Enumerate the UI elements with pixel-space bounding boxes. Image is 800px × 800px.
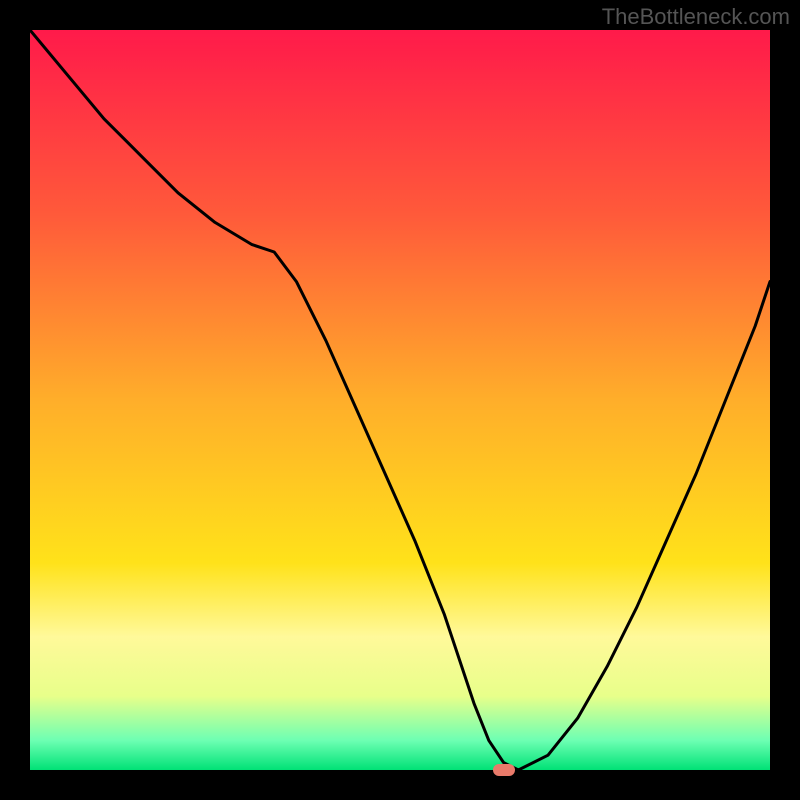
watermark-text: TheBottleneck.com <box>602 4 790 30</box>
chart-plot-area <box>30 30 770 770</box>
chart-curve <box>30 30 770 770</box>
chart-marker <box>493 764 515 776</box>
